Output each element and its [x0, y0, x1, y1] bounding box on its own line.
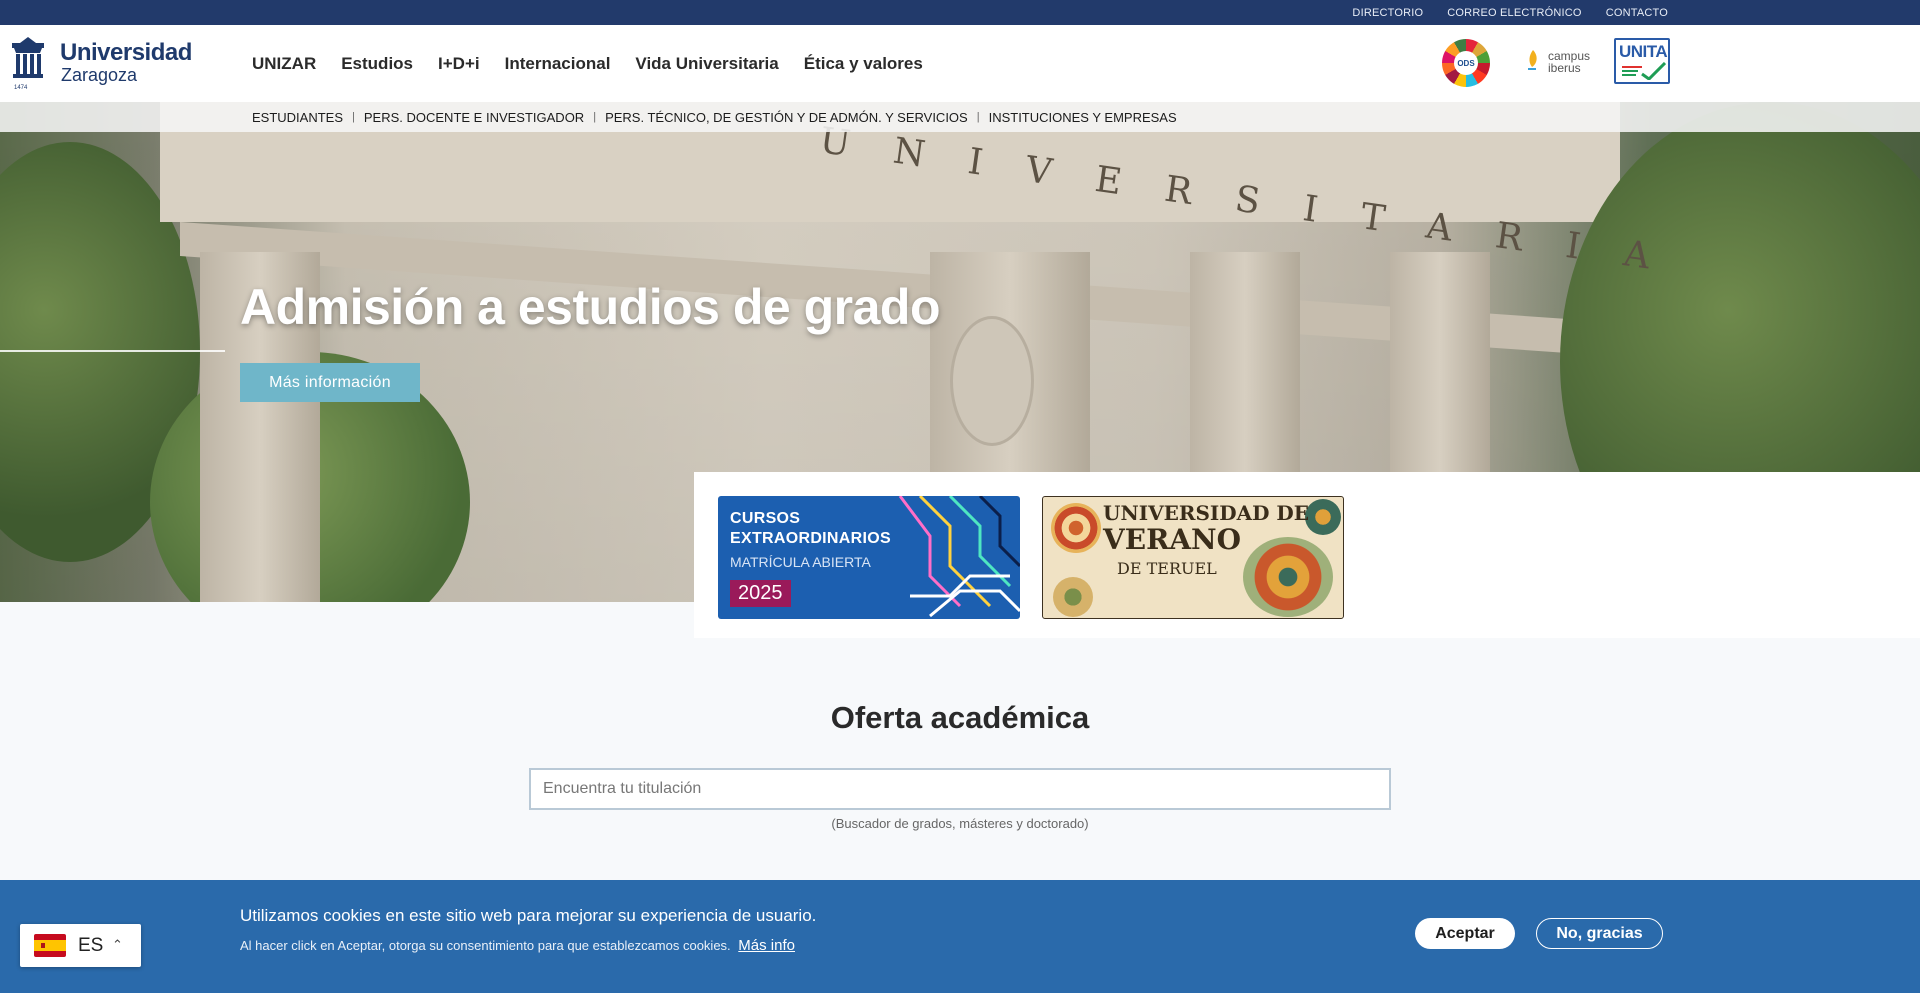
search-hint: (Buscador de grados, másteres y doctorad…: [831, 816, 1089, 831]
chevron-up-icon: ⌃: [112, 937, 123, 952]
promo2-line1: UNIVERSIDAD DE: [1103, 501, 1310, 525]
cookie-submessage: Al hacer click en Aceptar, otorga su con…: [240, 937, 795, 954]
logo-name-line1: Universidad: [60, 39, 192, 66]
ods-label: ODS: [1454, 51, 1478, 75]
promo2-line2: VERANO: [1103, 523, 1242, 556]
cookie-message: Utilizamos cookies en este sitio web par…: [240, 906, 817, 925]
link-correo-electronico[interactable]: CORREO ELECTRÓNICO: [1447, 7, 1581, 19]
promo-cursos-extraordinarios[interactable]: CURSOS EXTRAORDINARIOS MATRÍCULA ABIERTA…: [718, 496, 1020, 619]
nav-vida-universitaria[interactable]: Vida Universitaria: [635, 54, 778, 74]
promo2-line3: DE TERUEL: [1117, 559, 1217, 578]
language-code: ES: [78, 935, 104, 956]
promo1-line3: MATRÍCULA ABIERTA: [730, 554, 871, 570]
nav-internacional[interactable]: Internacional: [505, 54, 611, 74]
hero-title: Admisión a estudios de grado: [240, 279, 941, 335]
subnav-estudiantes[interactable]: ESTUDIANTES: [252, 110, 343, 125]
hero-stone-seal: [950, 316, 1034, 446]
subnav-ptgas[interactable]: PERS. TÉCNICO, DE GESTIÓN Y DE ADMÓN. Y …: [605, 110, 968, 125]
university-crest-icon: 1474: [12, 37, 44, 91]
promo1-line2: EXTRAORDINARIOS: [730, 530, 891, 547]
hero-divider-line: [0, 350, 225, 352]
language-selector[interactable]: ES ⌃: [20, 924, 141, 967]
campus-iberus-logo[interactable]: campus iberus: [1526, 47, 1596, 79]
unita-label: UNITA: [1619, 42, 1668, 61]
titulacion-search-input[interactable]: [529, 768, 1391, 810]
promo2-spiral: [1051, 503, 1101, 553]
unita-check-icon: [1622, 62, 1666, 80]
promo1-lines-graphic: [898, 496, 1020, 618]
main-navigation: UNIZAR Estudios I+D+i Internacional Vida…: [252, 25, 923, 102]
utility-links: DIRECTORIO CORREO ELECTRÓNICO CONTACTO: [1352, 0, 1668, 25]
logo-name-line2: Zaragoza: [61, 65, 138, 85]
audience-subnav: ESTUDIANTES | PERS. DOCENTE E INVESTIGAD…: [0, 102, 1920, 132]
cookie-banner: Utilizamos cookies en este sitio web par…: [0, 880, 1920, 993]
logo-year: 1474: [14, 85, 28, 91]
subnav-separator: |: [352, 111, 355, 123]
university-logo[interactable]: 1474 Universidad Zaragoza: [10, 37, 200, 91]
promo-strip: CURSOS EXTRAORDINARIOS MATRÍCULA ABIERTA…: [694, 472, 1920, 638]
promo2-spiral: [1243, 537, 1333, 617]
campus-line2: iberus: [1548, 61, 1581, 75]
ods-wheel-icon[interactable]: ODS: [1442, 39, 1490, 87]
cookie-more-info-link[interactable]: Más info: [738, 937, 795, 954]
subnav-separator: |: [976, 111, 980, 123]
subnav-pdi[interactable]: PERS. DOCENTE E INVESTIGADOR: [364, 110, 584, 125]
site-header: 1474 Universidad Zaragoza UNIZAR Estudio…: [0, 25, 1920, 102]
oferta-academica-title: Oferta académica: [830, 700, 1090, 735]
spain-flag-icon: [34, 934, 66, 957]
cookie-accept-button[interactable]: Aceptar: [1415, 918, 1515, 949]
cookie-decline-button[interactable]: No, gracias: [1536, 918, 1663, 949]
link-contacto[interactable]: CONTACTO: [1606, 7, 1668, 19]
unita-logo[interactable]: UNITA: [1614, 38, 1670, 84]
subnav-separator: |: [593, 111, 597, 123]
promo-universidad-verano-teruel[interactable]: UNIVERSIDAD DE VERANO DE TERUEL: [1042, 496, 1344, 619]
nav-estudios[interactable]: Estudios: [341, 54, 413, 74]
nav-etica-valores[interactable]: Ética y valores: [804, 54, 923, 74]
cookie-consent-text: Al hacer click en Aceptar, otorga su con…: [240, 938, 731, 953]
nav-unizar[interactable]: UNIZAR: [252, 54, 316, 74]
nav-idi[interactable]: I+D+i: [438, 54, 480, 74]
promo2-spiral: [1305, 499, 1341, 535]
promo1-line1: CURSOS: [730, 510, 801, 527]
subnav-instituciones[interactable]: INSTITUCIONES Y EMPRESAS: [989, 110, 1177, 125]
top-utility-bar: DIRECTORIO CORREO ELECTRÓNICO CONTACTO: [0, 0, 1920, 25]
hero-more-info-button[interactable]: Más información: [240, 363, 420, 402]
link-directorio[interactable]: DIRECTORIO: [1352, 7, 1423, 19]
promo1-year: 2025: [730, 580, 791, 607]
campus-iberus-leaf-icon: [1528, 50, 1537, 70]
promo2-spiral: [1053, 577, 1093, 617]
